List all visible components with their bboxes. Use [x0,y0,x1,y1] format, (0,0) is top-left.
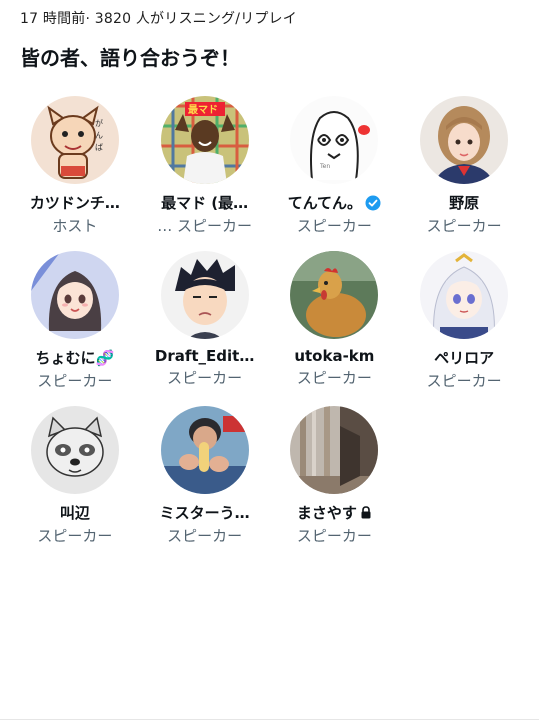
participant-role: スピーカー [296,217,372,235]
participant-speaker[interactable]: まさやす スピーカー [270,406,400,561]
raccoon-sketch-avatar-icon[interactable] [30,406,119,494]
participant-role: スピーカー [167,527,243,545]
lock-icon [361,506,371,519]
participant-role: スピーカー [296,527,372,545]
person-holding-food-avatar-icon[interactable] [160,406,249,494]
participant-name: ちょむに🧬 [35,349,115,367]
participant-speaker[interactable]: 野原 スピーカー [399,96,529,251]
room-photo-avatar-icon[interactable] [290,406,379,494]
anime-man-avatar-icon[interactable] [160,251,249,339]
participant-name: Draft_Edit… [154,347,255,365]
white-hair-anime-avatar-icon[interactable] [420,251,509,339]
participant-role: スピーカー [37,527,113,545]
svg-text:ば: ば [95,143,103,152]
participant-role: スピーカー [426,217,502,235]
participant-speaker[interactable]: utoka-km スピーカー [270,251,400,406]
space-title: 皆の者、語り合おうぞ！ [20,46,240,70]
participant-speaker[interactable]: Ten てんてん。 スピーカー [270,96,400,251]
participant-name: utoka-km [294,347,375,365]
participant-role: スピーカー [37,372,113,390]
ghost-drawing-avatar-icon[interactable]: Ten [290,96,379,184]
participant-speaker[interactable]: ちょむに🧬 スピーカー [10,251,140,406]
svg-text:Ten: Ten [319,163,330,170]
participant-role: ホスト [52,217,98,235]
participant-name: てんてん。 [287,194,362,212]
space-meta-info: 17 時間前· 3820 人がリスニング/リプレイ [20,11,297,27]
svg-text:が: が [95,118,103,128]
participants-grid: が ん ば カツドンチ… ホスト 最マド 最マド (最… … スピーカー Ten… [10,96,529,561]
girl-photo-avatar-icon[interactable] [420,96,509,184]
participant-role: … スピーカー [157,217,253,235]
participant-role: スピーカー [426,372,502,390]
participant-name: 最マド (最… [161,194,249,212]
man-plaid-avatar-icon[interactable]: 最マド [160,96,249,184]
participant-name: 野原 [449,194,480,212]
participant-role: スピーカー [296,369,372,387]
participant-speaker[interactable]: 最マド 最マド (最… … スピーカー [140,96,270,251]
participant-name: ペリロア [434,349,495,367]
anime-girl-avatar-icon[interactable] [30,251,119,339]
participant-name: 叫辺 [59,504,90,522]
participant-speaker[interactable]: 叫辺 スピーカー [10,406,140,561]
svg-text:最マド: 最マド [188,104,218,116]
participant-speaker[interactable]: ペリロア スピーカー [399,251,529,406]
participant-name: カツドンチ… [29,194,120,212]
participant-role: スピーカー [167,369,243,387]
svg-text:ん: ん [95,131,103,140]
verified-badge-icon [365,195,381,210]
participant-name: ミスターう… [159,504,250,522]
cartoon-cat-avatar-icon[interactable]: が ん ば [30,96,119,184]
participant-speaker[interactable]: Draft_Edit… スピーカー [140,251,270,406]
participant-name: まさやす [296,504,357,522]
participant-speaker[interactable]: ミスターう… スピーカー [140,406,270,561]
participant-host[interactable]: が ん ば カツドンチ… ホスト [10,96,140,251]
chicken-avatar-icon[interactable] [290,251,379,339]
